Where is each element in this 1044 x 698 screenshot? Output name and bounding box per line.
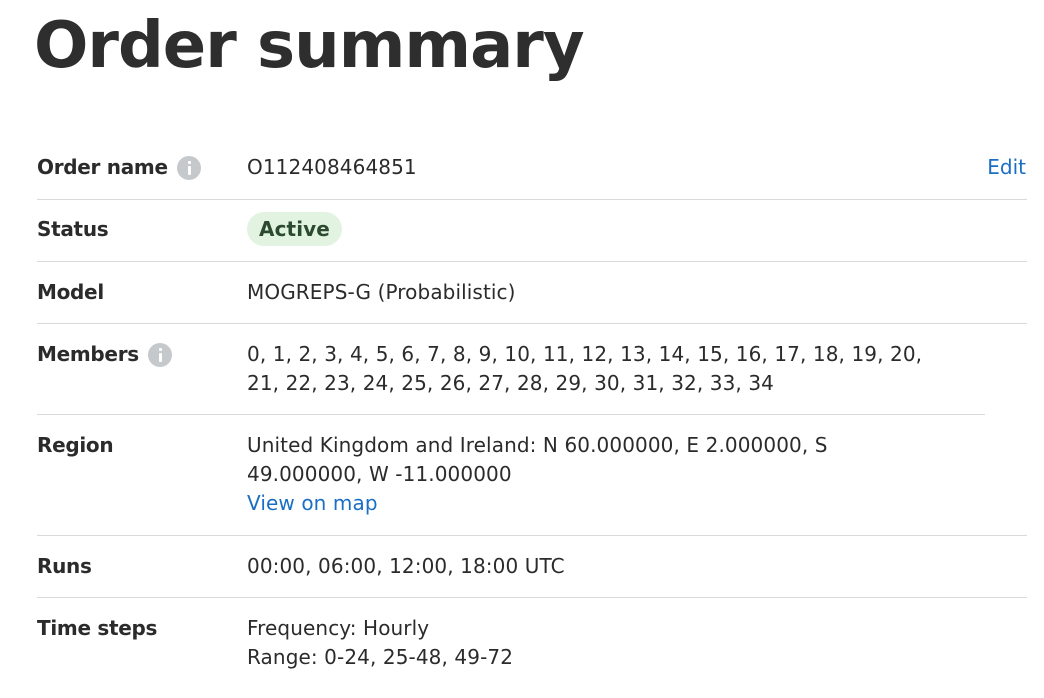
region-label: Region <box>37 433 114 457</box>
row-order-name: Order name O112408464851 Edit <box>37 138 1027 200</box>
status-badge: Active <box>247 212 342 246</box>
summary-list: Order name O112408464851 Edit Status Act… <box>37 138 1027 688</box>
time-steps-range: Range: 0-24, 25-48, 49-72 <box>247 645 514 669</box>
members-line-1: 0, 1, 2, 3, 4, 5, 6, 7, 8, 9, 10, 11, 12… <box>247 342 923 366</box>
edit-order-name-link[interactable]: Edit <box>987 153 1026 182</box>
region-value: United Kingdom and Ireland: N 60.000000,… <box>247 431 1027 518</box>
order-name-label: Order name <box>37 155 168 179</box>
row-region: Region United Kingdom and Ireland: N 60.… <box>37 415 1027 536</box>
status-label: Status <box>37 217 109 241</box>
runs-value: 00:00, 06:00, 12:00, 18:00 UTC <box>247 554 565 578</box>
time-steps-label: Time steps <box>37 616 158 640</box>
order-name-info-icon[interactable] <box>176 156 201 180</box>
order-summary-page: Order summary Order name O112408464851 E… <box>0 0 1044 698</box>
row-status: Status Active <box>37 200 1027 262</box>
status-value: Active <box>247 212 1027 246</box>
members-line-2: 21, 22, 23, 24, 25, 26, 27, 28, 29, 30, … <box>247 371 774 395</box>
row-time-steps: Time steps Frequency: Hourly Range: 0-24… <box>37 598 1027 688</box>
members-key: Members <box>37 340 247 398</box>
order-name-key: Order name <box>37 153 247 182</box>
time-steps-frequency: Frequency: Hourly <box>247 616 430 640</box>
time-steps-value: Frequency: Hourly Range: 0-24, 25-48, 49… <box>247 614 1027 672</box>
members-label: Members <box>37 342 139 366</box>
row-runs: Runs 00:00, 06:00, 12:00, 18:00 UTC <box>37 536 1027 598</box>
row-members: Members 0, 1, 2, 3, 4, 5, 6, 7, 8, 9, 10… <box>37 324 1027 415</box>
members-info-icon[interactable] <box>147 343 172 367</box>
order-name-value: O112408464851 <box>247 155 417 179</box>
model-label: Model <box>37 280 104 304</box>
page-title: Order summary <box>34 9 585 83</box>
members-value: 0, 1, 2, 3, 4, 5, 6, 7, 8, 9, 10, 11, 12… <box>247 340 1027 398</box>
view-on-map-link[interactable]: View on map <box>247 489 1027 518</box>
model-value: MOGREPS-G (Probabilistic) <box>247 280 516 304</box>
runs-label: Runs <box>37 554 92 578</box>
row-model: Model MOGREPS-G (Probabilistic) <box>37 262 1027 324</box>
region-line-2: 49.000000, W -11.000000 <box>247 462 512 486</box>
region-line-1: United Kingdom and Ireland: N 60.000000,… <box>247 433 828 457</box>
